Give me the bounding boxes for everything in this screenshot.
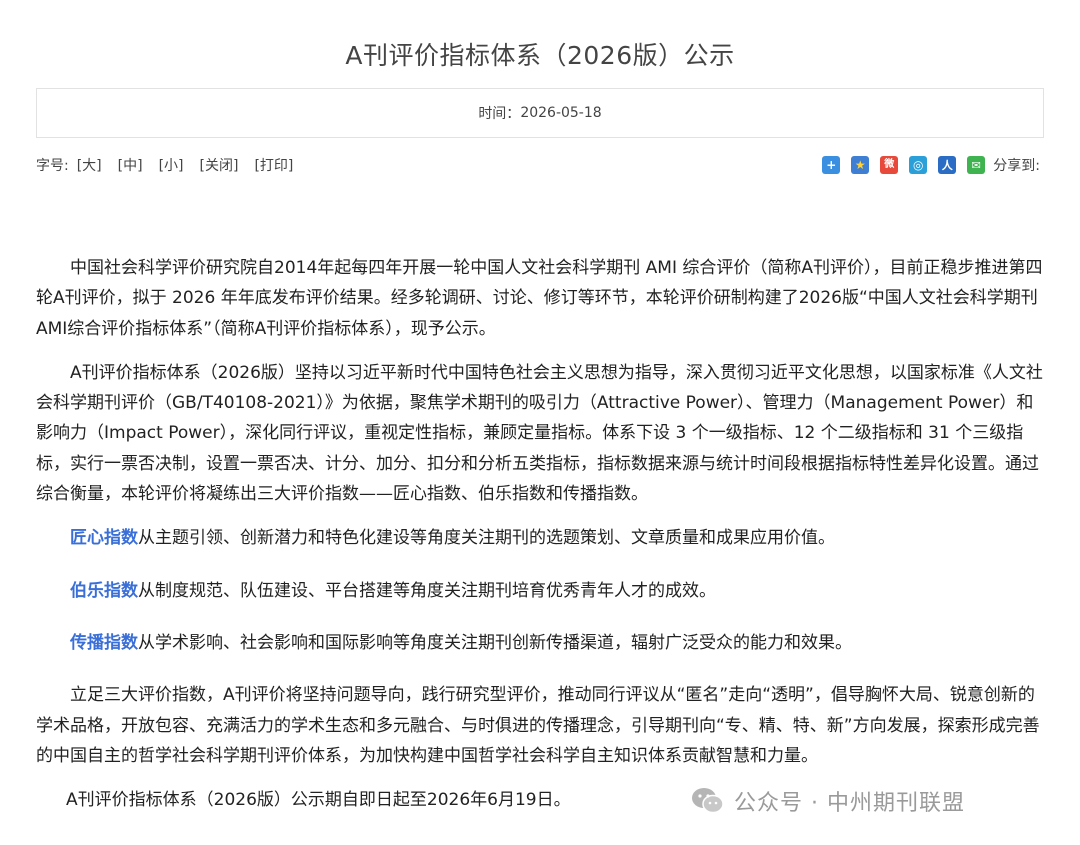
paragraph-framework: A刊评价指标体系（2026版）坚持以习近平新时代中国特色社会主义思想为指导，深入… xyxy=(36,362,1043,505)
bole-index-term: 伯乐指数 xyxy=(70,580,138,601)
share-bar: + ★ 微 ◎ 人 ✉ 分享到: xyxy=(822,155,1040,175)
paragraph-craftsmanship-index: 匠心指数从主题引领、创新潜力和特色化建设等角度关注期刊的选题策划、文章质量和成果… xyxy=(36,523,1046,553)
favorite-star-share-icon[interactable]: ★ xyxy=(851,156,870,174)
communication-index-text: 从学术影响、社会影响和国际影响等角度关注期刊创新传播渠道，辐射广泛受众的能力和效… xyxy=(138,632,852,653)
wechat-logo-icon xyxy=(692,788,724,814)
weibo-share-icon[interactable]: 微 xyxy=(880,156,899,174)
tencent-weibo-share-icon[interactable]: ◎ xyxy=(909,156,928,174)
article-body: 中国社会科学评价研究院自2014年起每四年开展一轮中国人文社会科学期刊 AMI … xyxy=(36,253,1046,829)
page-title: A刊评价指标体系（2026版）公示 xyxy=(345,41,735,70)
publish-date: 2026-05-18 xyxy=(520,105,602,121)
publish-info-box: 时间： 2026-05-18 xyxy=(36,88,1044,138)
font-size-controls: 字号: [大] [中] [小] [关闭] [打印] xyxy=(36,155,309,175)
bole-index-text: 从制度规范、队伍建设、平台搭建等角度关注期刊培育优秀青年人才的成效。 xyxy=(138,580,716,601)
close-link[interactable]: [关闭] xyxy=(200,155,239,175)
print-link[interactable]: [打印] xyxy=(254,155,293,175)
paragraph-communication-index: 传播指数从学术影响、社会影响和国际影响等角度关注期刊创新传播渠道，辐射广泛受众的… xyxy=(36,628,1046,658)
font-size-label: 字号: xyxy=(36,158,69,174)
craftsmanship-index-term: 匠心指数 xyxy=(70,528,138,549)
wechat-share-icon[interactable]: ✉ xyxy=(967,156,986,174)
paragraph-goals: 立足三大评价指数，A刊评价将坚持问题导向，践行研究型评价，推动同行评议从“匿名”… xyxy=(36,685,1040,766)
font-large-link[interactable]: [大] xyxy=(77,155,102,175)
article-toolbar: 字号: [大] [中] [小] [关闭] [打印] + ★ 微 ◎ 人 ✉ 分享… xyxy=(36,154,1040,176)
renren-share-icon[interactable]: 人 xyxy=(938,156,957,174)
wechat-watermark: 公众号 · 中州期刊联盟 xyxy=(690,783,965,819)
time-label: 时间： xyxy=(478,106,521,122)
paragraph-intro: 中国社会科学评价研究院自2014年起每四年开展一轮中国人文社会科学期刊 AMI … xyxy=(36,258,1043,339)
communication-index-term: 传播指数 xyxy=(70,632,138,653)
font-medium-link[interactable]: [中] xyxy=(118,155,143,175)
watermark-text: 公众号 · 中州期刊联盟 xyxy=(734,791,965,816)
craftsmanship-index-text: 从主题引领、创新潜力和特色化建设等角度关注期刊的选题策划、文章质量和成果应用价值… xyxy=(138,528,835,549)
qzone-share-icon[interactable]: + xyxy=(822,156,841,174)
share-label: 分享到: xyxy=(993,158,1040,174)
font-small-link[interactable]: [小] xyxy=(159,155,184,175)
paragraph-bole-index: 伯乐指数从制度规范、队伍建设、平台搭建等角度关注期刊培育优秀青年人才的成效。 xyxy=(36,576,1046,606)
